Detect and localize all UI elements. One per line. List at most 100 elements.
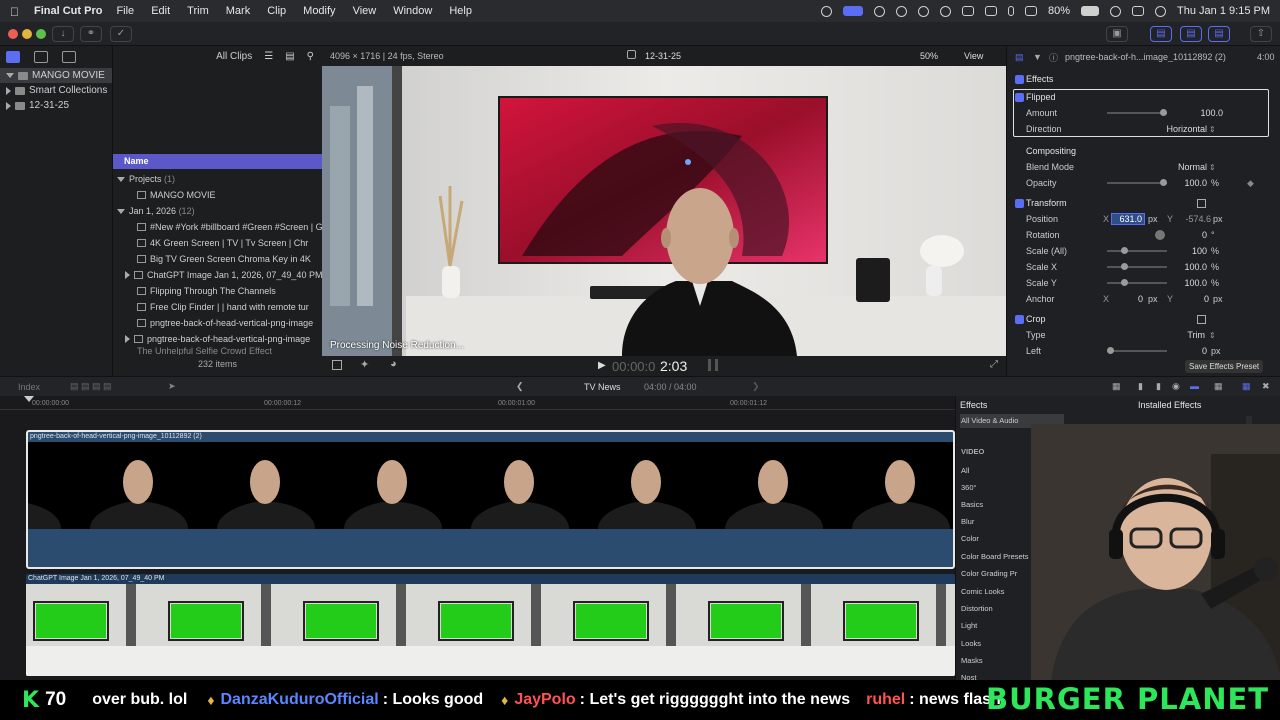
zoom-dropdown[interactable]: 50%: [920, 51, 938, 61]
color-inspector-icon[interactable]: ▼: [1033, 52, 1042, 62]
play-button[interactable]: ▶: [598, 360, 606, 371]
disclosure-icon[interactable]: [6, 86, 11, 95]
record-icon[interactable]: [918, 5, 930, 17]
effect-category[interactable]: Light: [961, 621, 977, 630]
speed-icon[interactable]: ◕: [390, 358, 397, 370]
event-group[interactable]: Jan 1, 2026 (12): [113, 203, 322, 219]
slider-knob[interactable]: [1107, 347, 1114, 354]
installed-effects-dropdown[interactable]: Installed Effects: [1138, 400, 1201, 410]
clip-row[interactable]: The Unhelpful Selfie Crowd Effect: [113, 347, 322, 355]
media-tab-icon[interactable]: [6, 51, 20, 63]
app-menu[interactable]: Final Cut Pro: [34, 5, 102, 17]
project-item[interactable]: MANGO MOVIE: [113, 187, 322, 203]
share-icon[interactable]: ⇧: [1250, 26, 1272, 42]
crop-controls-icon[interactable]: [1197, 314, 1206, 324]
clip-row[interactable]: ChatGPT Image Jan 1, 2026, 07_49_40 PM: [113, 267, 322, 283]
clip-appearance-icon[interactable]: ☰: [264, 51, 273, 62]
status-icon[interactable]: [821, 5, 833, 17]
opacity-value[interactable]: 100.0: [1167, 178, 1207, 188]
audio-skimming-icon[interactable]: ▮: [1156, 381, 1161, 392]
flipped-effect-row[interactable]: Flipped: [1007, 89, 1280, 105]
name-column-header[interactable]: Name: [113, 154, 322, 169]
back-icon[interactable]: ❮: [516, 381, 524, 392]
effects-checkbox[interactable]: [1015, 74, 1024, 84]
status-icon[interactable]: [896, 5, 908, 17]
video-inspector-icon[interactable]: ▤: [1015, 52, 1024, 63]
save-effects-preset-button[interactable]: Save Effects Preset: [1185, 360, 1264, 373]
playhead-icon[interactable]: [24, 396, 34, 402]
transitions-icon[interactable]: ▦: [1242, 381, 1251, 392]
disclosure-icon[interactable]: [125, 271, 130, 279]
scale-all-value[interactable]: 100: [1177, 246, 1207, 256]
scale-y-value[interactable]: 100.0: [1177, 278, 1207, 288]
clip-row[interactable]: Free Clip Finder | | hand with remote tu…: [113, 299, 322, 315]
slider-knob[interactable]: [1121, 247, 1128, 254]
menu-trim[interactable]: Trim: [187, 5, 209, 17]
effect-category[interactable]: Color Board Presets: [961, 552, 1029, 561]
view-dropdown[interactable]: View: [964, 51, 983, 61]
clip-row[interactable]: pngtree-back-of-head-vertical-png-image: [113, 331, 322, 347]
rotation-dial[interactable]: [1155, 230, 1165, 240]
anchor-x-field[interactable]: 0: [1117, 294, 1143, 304]
effect-category[interactable]: 360°: [961, 483, 977, 492]
edit-buttons[interactable]: ▤ ▤ ▤ ▤: [70, 381, 112, 392]
fullscreen-icon[interactable]: ⤢: [990, 359, 998, 370]
headphones-icon[interactable]: ◉: [1172, 381, 1180, 392]
disclosure-icon[interactable]: [125, 335, 130, 343]
rotation-value[interactable]: 0: [1177, 230, 1207, 240]
crop-section[interactable]: Crop: [1007, 311, 1280, 327]
effect-category[interactable]: All: [961, 466, 969, 475]
slider-knob[interactable]: [1121, 263, 1128, 270]
clip-row[interactable]: Flipping Through The Channels: [113, 283, 322, 299]
zoom-window-button[interactable]: [36, 29, 46, 39]
anchor-y-field[interactable]: 0: [1183, 294, 1209, 304]
display-icon[interactable]: [962, 6, 975, 16]
photos-tab-icon[interactable]: [34, 51, 48, 63]
disclosure-icon[interactable]: [6, 73, 14, 78]
direction-popup[interactable]: Horizontal: [1147, 124, 1207, 134]
effects-section[interactable]: Effects: [1007, 71, 1280, 87]
timeline[interactable]: 00:00:00:00 00:00:00:12 00:00:01:00 00:0…: [0, 396, 955, 680]
menu-help[interactable]: Help: [449, 5, 472, 17]
menu-mark[interactable]: Mark: [226, 5, 250, 17]
clip-row[interactable]: 4K Green Screen | TV | Tv Screen | Chr: [113, 235, 322, 251]
clip-filter-dropdown[interactable]: All Clips: [216, 51, 252, 62]
disclosure-icon[interactable]: [117, 176, 125, 182]
menu-view[interactable]: View: [353, 5, 377, 17]
onscreen-controls-icon[interactable]: [1197, 198, 1206, 208]
timeline-ruler[interactable]: 00:00:00:00 00:00:00:12 00:00:01:00 00:0…: [0, 396, 955, 410]
search-icon[interactable]: ⚲: [307, 51, 314, 62]
import-icon[interactable]: ↓: [52, 26, 74, 42]
siri-icon[interactable]: [1155, 5, 1167, 17]
disclosure-icon[interactable]: [6, 101, 11, 110]
menubar-clock[interactable]: Thu Jan 1 9:15 PM: [1177, 5, 1270, 17]
battery-icon[interactable]: [1081, 6, 1100, 16]
select-tool-icon[interactable]: ➤: [168, 381, 176, 392]
clip-row[interactable]: pngtree-back-of-head-vertical-png-image: [113, 315, 322, 331]
keywords-icon[interactable]: ⚭: [80, 26, 102, 42]
effect-category[interactable]: Masks: [961, 656, 983, 665]
close-window-button[interactable]: [8, 29, 18, 39]
timecode-display[interactable]: 2:03: [660, 358, 687, 374]
skimming-icon[interactable]: ▮: [1138, 381, 1143, 392]
viewer-canvas[interactable]: Processing Noise Reduction...: [322, 66, 1006, 356]
slider-knob[interactable]: [1121, 279, 1128, 286]
apple-icon[interactable]: : [10, 5, 20, 19]
library-item[interactable]: MANGO MOVIE: [0, 68, 112, 83]
info-icon[interactable]: ⓘ: [1049, 51, 1058, 64]
effect-category[interactable]: Blur: [961, 517, 974, 526]
effects-browser-icon[interactable]: ▦: [1214, 381, 1223, 392]
timeline-clip-greenscreen[interactable]: ChatGPT Image Jan 1, 2026, 07_49_40 PM: [26, 574, 955, 676]
wifi-icon[interactable]: [1025, 6, 1038, 16]
menu-window[interactable]: Window: [393, 5, 432, 17]
share-options-icon[interactable]: ▣: [1106, 26, 1128, 42]
screen-record-icon[interactable]: [843, 6, 864, 16]
mic-icon[interactable]: [985, 6, 998, 16]
menu-clip[interactable]: Clip: [267, 5, 286, 17]
minimize-window-button[interactable]: [22, 29, 32, 39]
event-item[interactable]: 12-31-25: [0, 98, 112, 113]
effect-category[interactable]: Looks: [961, 639, 981, 648]
slider-knob[interactable]: [1160, 179, 1167, 186]
list-view-icon[interactable]: ▤: [285, 51, 294, 62]
blend-mode-popup[interactable]: Normal: [1157, 162, 1207, 172]
